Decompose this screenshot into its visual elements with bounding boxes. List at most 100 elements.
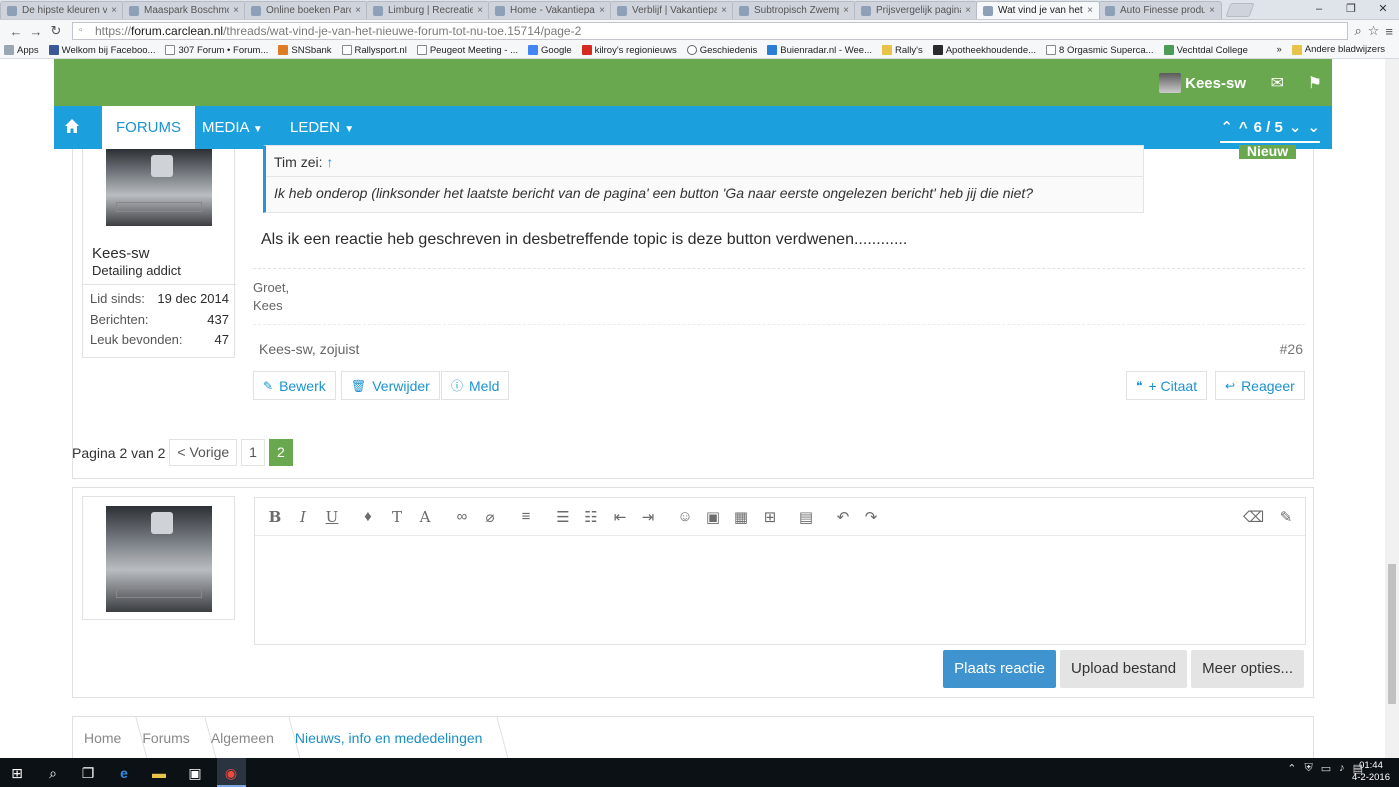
bookmark-item[interactable]: Rallysport.nl xyxy=(341,45,407,56)
bookmark-item[interactable]: Buienradar.nl - Wee... xyxy=(767,45,872,56)
browser-tab[interactable]: Subtropisch Zwempa × xyxy=(732,1,856,19)
more-options-button[interactable]: Meer opties... xyxy=(1191,650,1304,688)
save-draft-icon[interactable]: ▤ xyxy=(797,508,815,526)
breadcrumb-home[interactable]: Home xyxy=(73,717,131,758)
network-icon[interactable]: ▭ xyxy=(1321,762,1331,775)
indent-icon[interactable]: ⇥ xyxy=(639,508,657,526)
jump-to-quote-icon[interactable]: ↑ xyxy=(326,154,333,170)
font-family-icon[interactable]: A xyxy=(416,508,434,526)
bookmark-item[interactable]: Geschiedenis xyxy=(686,45,757,56)
close-tab-icon[interactable]: × xyxy=(233,5,239,16)
reply-button[interactable]: ↩ Reageer xyxy=(1215,371,1305,400)
align-icon[interactable]: ≡ xyxy=(517,508,535,525)
edit-button[interactable]: ✎ Bewerk xyxy=(253,371,336,400)
reload-icon[interactable]: ↻ xyxy=(46,23,66,39)
report-button[interactable]: ⓘ Meld xyxy=(441,371,510,400)
browser-tab-active[interactable]: Wat vind je van het n × xyxy=(976,1,1100,19)
file-explorer-icon[interactable]: ▬ xyxy=(150,764,168,782)
shield-icon[interactable]: ⛨ xyxy=(1304,762,1312,775)
nav-media[interactable]: MEDIA ▼ xyxy=(188,106,277,149)
url-input[interactable]: ▫ https://forum.carclean.nl/threads/wat-… xyxy=(72,22,1349,40)
post-reply-button[interactable]: Plaats reactie xyxy=(943,650,1057,688)
underline-icon[interactable]: U xyxy=(323,508,341,526)
breadcrumb-news[interactable]: Nieuws, info en mededelingen xyxy=(284,717,493,758)
bookmark-folder-other[interactable]: Andere bladwijzers xyxy=(1291,44,1385,55)
close-tab-icon[interactable]: × xyxy=(477,5,483,16)
bookmark-item[interactable]: SNSbank xyxy=(278,45,332,56)
avatar[interactable] xyxy=(106,149,212,226)
page-1-button[interactable]: 1 xyxy=(241,439,265,466)
media-icon[interactable]: ▦ xyxy=(732,508,750,526)
page-info-icon[interactable]: ▫ xyxy=(79,25,89,37)
link-icon[interactable]: ∞ xyxy=(453,508,471,525)
new-tab-button[interactable] xyxy=(1225,3,1255,17)
bullet-list-icon[interactable]: ☰ xyxy=(554,508,572,526)
delete-button[interactable]: 🗑 Verwijder xyxy=(341,371,440,400)
wrench-icon[interactable]: ✎ xyxy=(1277,508,1295,526)
flag-icon[interactable]: ⚑ xyxy=(1308,73,1322,93)
font-size-icon[interactable]: T xyxy=(388,508,406,526)
close-tab-icon[interactable]: × xyxy=(843,5,849,16)
bookmark-item[interactable]: Rally's xyxy=(882,45,923,56)
post-number[interactable]: #26 xyxy=(1280,341,1303,357)
search-icon[interactable]: ⌕ xyxy=(44,764,62,782)
zoom-icon[interactable]: ⌕ xyxy=(1354,23,1361,39)
page-2-button[interactable]: 2 xyxy=(268,439,293,466)
image-icon[interactable]: ▣ xyxy=(704,508,722,526)
forward-icon[interactable]: → xyxy=(26,24,46,39)
browser-tab[interactable]: Auto Finesse producte× xyxy=(1098,1,1222,19)
bookmark-item[interactable]: 307 Forum • Forum... xyxy=(165,45,268,56)
bookmark-item[interactable]: Apps xyxy=(4,45,39,56)
browser-tab[interactable]: Verblijf | Vakantiepar × xyxy=(610,1,734,19)
quote-button[interactable]: ❝ + Citaat xyxy=(1126,371,1208,400)
author-name[interactable]: Kees-sw xyxy=(92,245,150,262)
browser-tab[interactable]: Online boeken Parc c× xyxy=(244,1,368,19)
home-icon[interactable] xyxy=(64,118,80,134)
outdent-icon[interactable]: ⇤ xyxy=(611,508,629,526)
browser-tab[interactable]: Prijsvergelijk pagina × xyxy=(854,1,978,19)
close-tab-icon[interactable]: × xyxy=(1087,5,1093,16)
back-icon[interactable]: ← xyxy=(6,24,26,39)
undo-icon[interactable]: ↶ xyxy=(834,508,852,526)
breadcrumb-forums[interactable]: Forums xyxy=(131,717,199,758)
chrome-taskbar-button[interactable]: ◉ xyxy=(217,758,246,787)
nav-members[interactable]: LEDEN ▼ xyxy=(276,106,368,149)
close-tab-icon[interactable]: × xyxy=(355,5,361,16)
italic-icon[interactable]: I xyxy=(294,508,312,526)
windows-start-icon[interactable]: ⊞ xyxy=(8,764,26,782)
post-meta[interactable]: Kees-sw, zojuist xyxy=(259,341,359,357)
scrollbar-thumb[interactable] xyxy=(1388,564,1396,704)
numbered-list-icon[interactable]: ☷ xyxy=(582,508,600,526)
minimize-icon[interactable]: – xyxy=(1303,0,1335,18)
bookmark-item[interactable]: Apotheekhoudende... xyxy=(932,45,1036,56)
bold-icon[interactable]: B xyxy=(266,508,284,526)
clock[interactable]: 01:44 4-2-2016 xyxy=(1352,760,1390,784)
close-tab-icon[interactable]: × xyxy=(111,5,117,16)
prev-page-button[interactable]: < Vorige xyxy=(169,439,238,466)
close-window-icon[interactable]: ✕ xyxy=(1367,0,1399,18)
close-tab-icon[interactable]: × xyxy=(599,5,605,16)
upload-file-button[interactable]: Upload bestand xyxy=(1060,650,1188,688)
browser-tab[interactable]: Maaspark Boschmole× xyxy=(122,1,246,19)
volume-icon[interactable]: ♪ xyxy=(1339,762,1345,775)
text-color-icon[interactable]: ♦ xyxy=(359,508,377,525)
maximize-icon[interactable]: ❐ xyxy=(1335,0,1367,18)
browser-tab[interactable]: Limburg | RecreatieP × xyxy=(366,1,490,19)
nav-forums[interactable]: FORUMS xyxy=(102,106,195,149)
chevron-up-icon[interactable]: ⌃ xyxy=(1287,762,1296,775)
edge-icon[interactable]: e xyxy=(115,764,133,782)
task-view-icon[interactable]: ❐ xyxy=(79,764,97,782)
message-textarea[interactable] xyxy=(255,537,1305,644)
close-tab-icon[interactable]: × xyxy=(721,5,727,16)
bookmark-item[interactable]: Peugeot Meeting - ... xyxy=(416,45,518,56)
page-scrollbar[interactable] xyxy=(1385,59,1399,758)
browser-tab[interactable]: Home - Vakantiepark × xyxy=(488,1,612,19)
bookmark-item[interactable]: kilroy's regionieuws xyxy=(581,45,677,56)
account-menu[interactable]: Kees-sw xyxy=(1159,73,1246,93)
mail-icon[interactable]: ✉ xyxy=(1271,73,1284,93)
unlink-icon[interactable]: ⌀ xyxy=(481,508,499,526)
bookmark-item[interactable]: Vechtdal College xyxy=(1163,45,1248,56)
bookmark-item[interactable]: Welkom bij Faceboo... xyxy=(48,45,155,56)
menu-icon[interactable]: ≡ xyxy=(1385,24,1393,39)
eraser-icon[interactable]: ⌫ xyxy=(1243,508,1264,526)
